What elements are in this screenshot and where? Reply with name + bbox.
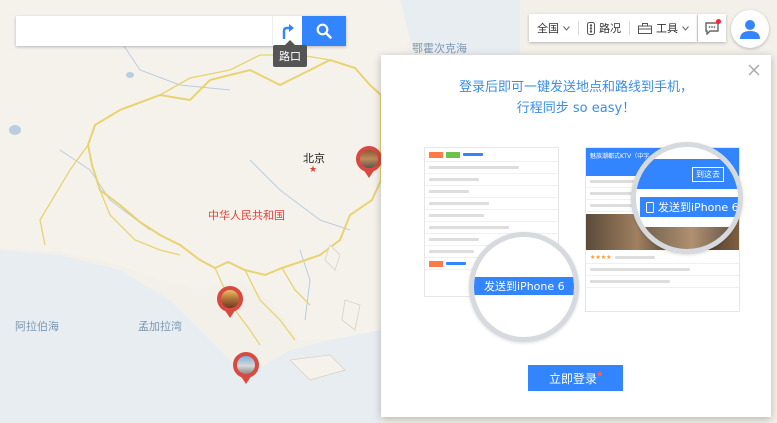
- feature-illustration: 发送到iPhone 6 更多 魅族潮都式KTV（中字 ★★★★ 到这去: [381, 140, 771, 375]
- search-input[interactable]: [16, 16, 272, 46]
- capital-star-icon: ★: [309, 165, 318, 175]
- search-button[interactable]: [302, 16, 346, 46]
- map-label-arabian-sea: 阿拉伯海: [15, 320, 59, 333]
- user-icon: [740, 20, 760, 39]
- login-button-label: 立即登录: [548, 371, 597, 386]
- chevron-down-icon: [563, 25, 570, 31]
- map-label-china[interactable]: 中华人民共和国: [208, 207, 285, 223]
- unread-dot: [716, 19, 721, 24]
- login-promo-popup: 登录后即可一键发送地点和路线到手机， 行程同步 so easy！ 发送到iPho…: [381, 55, 771, 417]
- goto-chip: 到这去: [692, 167, 724, 182]
- tools-button[interactable]: 工具: [630, 14, 697, 42]
- top-toolbar: 全国 路况 工具: [529, 14, 697, 42]
- left-magnifier: 发送到iPhone 6 更多: [469, 232, 579, 342]
- popup-title: 登录后即可一键发送地点和路线到手机， 行程同步 so easy！: [381, 77, 771, 119]
- map-label-bengal-bay: 孟加拉湾: [138, 320, 182, 333]
- photo-pin-great-wall[interactable]: [356, 146, 382, 178]
- region-selector[interactable]: 全国: [529, 14, 578, 42]
- login-now-button[interactable]: 立即登录: [528, 365, 623, 391]
- route-arrow-icon: [282, 24, 294, 39]
- photo-pin-bangkok[interactable]: [217, 286, 243, 318]
- popup-title-line-1: 登录后即可一键发送地点和路线到手机，: [458, 80, 693, 95]
- tools-label: 工具: [656, 22, 678, 35]
- more-text: 更多: [573, 278, 574, 294]
- notification-dot: [598, 372, 602, 376]
- right-magnifier: 到这去 发送到iPhone 6: [631, 142, 743, 254]
- phone-icon: [646, 201, 654, 213]
- goto-chip-text: 到这去: [696, 170, 720, 179]
- toolbox-icon: [638, 22, 652, 34]
- user-avatar-button[interactable]: [731, 10, 769, 48]
- traffic-button[interactable]: 路况: [579, 14, 629, 42]
- send-to-phone-text-left: 发送到iPhone 6: [484, 280, 565, 293]
- message-button[interactable]: [698, 14, 726, 42]
- close-icon[interactable]: [747, 63, 761, 77]
- send-to-phone-pill-right: 发送到iPhone 6: [640, 197, 739, 217]
- send-to-phone-text-right: 发送到iPhone 6: [658, 201, 739, 214]
- map-label-sea-okhotsk: 鄂霍次克海: [412, 42, 467, 55]
- search-icon: [316, 23, 332, 39]
- route-tooltip: 路口: [273, 40, 307, 67]
- traffic-light-icon: [587, 21, 595, 35]
- send-to-phone-pill-left: 发送到iPhone 6 更多: [474, 277, 574, 295]
- region-label: 全国: [537, 22, 559, 35]
- traffic-label: 路况: [599, 22, 621, 35]
- popup-title-line-2: 行程同步 so easy！: [516, 101, 636, 116]
- map-label-beijing[interactable]: 北京: [303, 150, 325, 166]
- photo-pin-singapore[interactable]: [233, 352, 259, 384]
- search-box: [16, 16, 346, 46]
- chevron-down-icon: [682, 25, 689, 31]
